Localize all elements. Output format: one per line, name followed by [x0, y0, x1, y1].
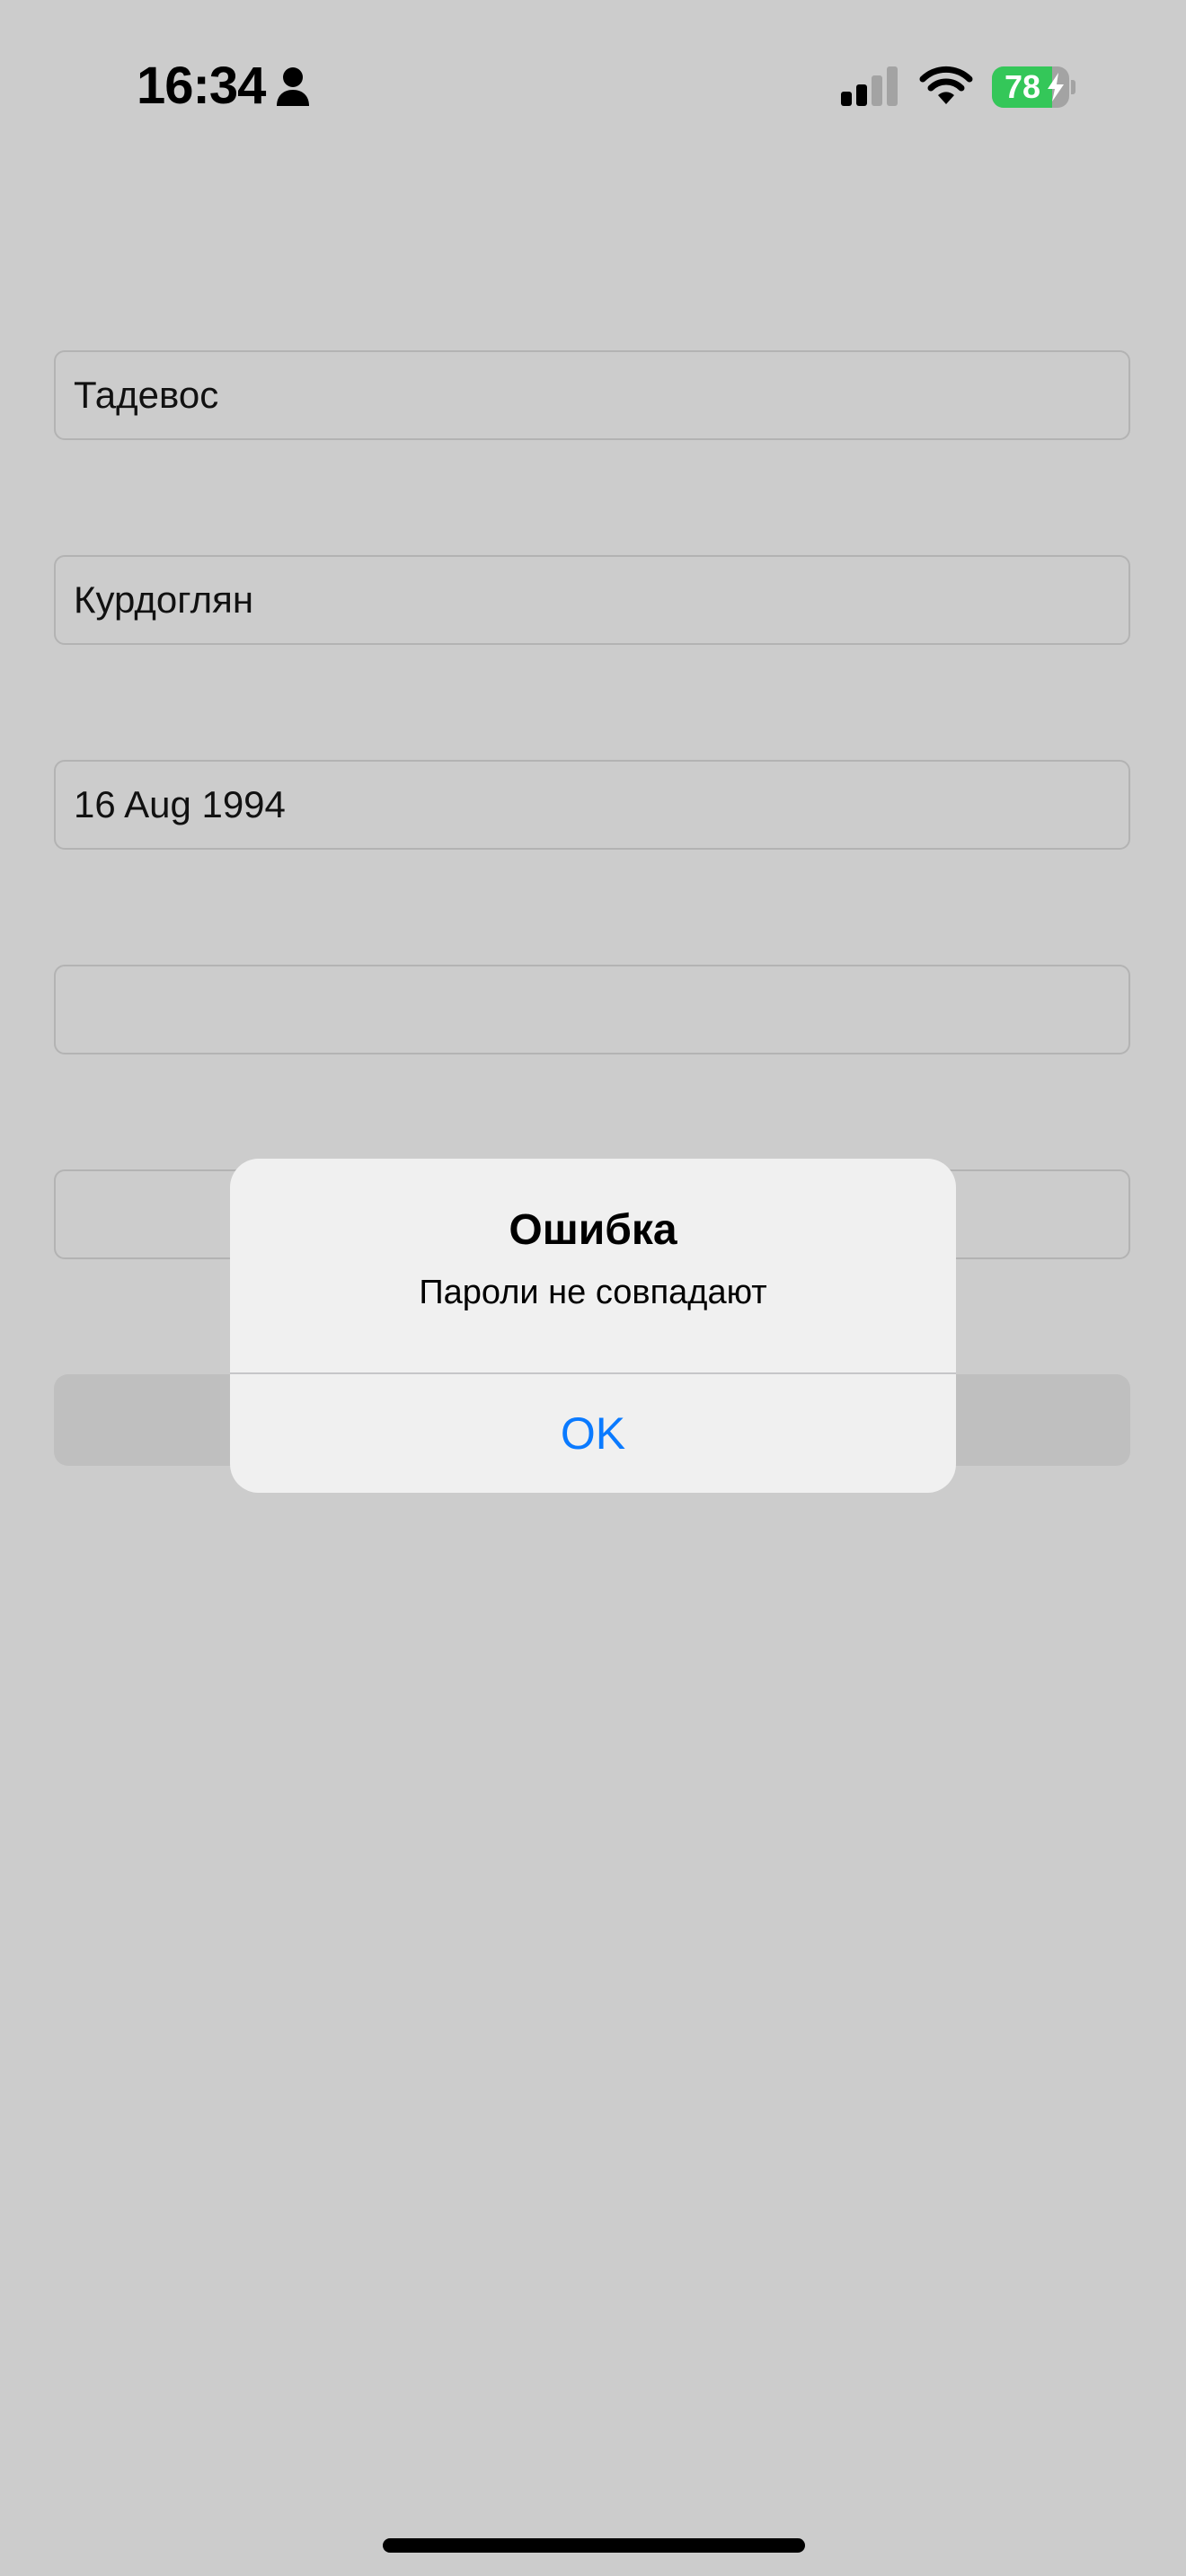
status-time: 16:34: [137, 57, 266, 115]
password-field[interactable]: [54, 965, 1130, 1054]
status-bar: 16:34 78: [0, 0, 1186, 180]
charging-bolt-icon: [1048, 73, 1064, 101]
wifi-icon: [919, 66, 973, 104]
battery-charging-icon: 78: [992, 66, 1075, 108]
home-indicator[interactable]: [383, 2538, 805, 2553]
battery-percent: 78: [1004, 68, 1041, 105]
battery-body: 78: [992, 66, 1069, 108]
first-name-field[interactable]: Тадевос: [54, 350, 1130, 440]
birth-date-field[interactable]: 16 Aug 1994: [54, 760, 1130, 850]
person-icon: [277, 67, 309, 106]
alert-message: Пароли не совпадают: [419, 1274, 767, 1311]
cellular-signal-icon: [841, 66, 898, 106]
alert-ok-button[interactable]: OK: [230, 1374, 956, 1493]
battery-cap: [1071, 80, 1075, 94]
error-alert: Ошибка Пароли не совпадают OK: [230, 1159, 956, 1493]
last-name-field[interactable]: Курдоглян: [54, 555, 1130, 645]
alert-title: Ошибка: [509, 1206, 677, 1254]
